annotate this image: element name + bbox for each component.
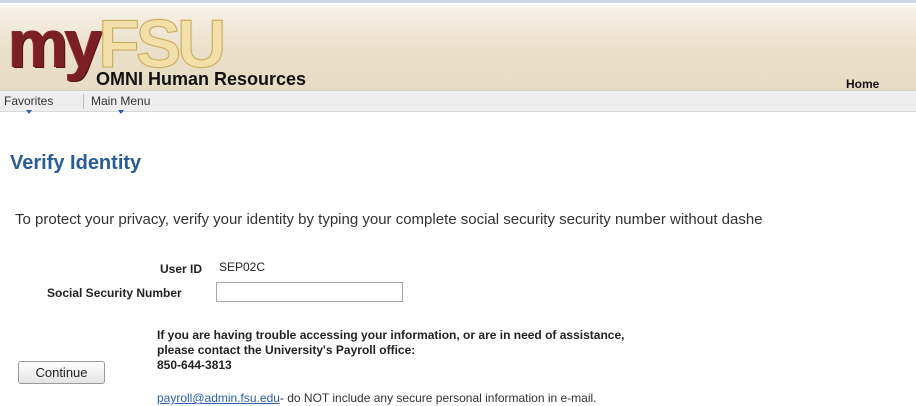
page-title: Verify Identity (10, 152, 142, 174)
continue-button[interactable]: Continue (18, 361, 105, 384)
help-line-2: please contact the University's Payroll … (157, 343, 416, 357)
app-title: OMNI Human Resources (96, 69, 307, 89)
help-text: If you are having trouble accessing your… (157, 328, 624, 373)
home-link[interactable]: Home (846, 77, 879, 91)
email-line: payroll@admin.fsu.edu- do NOT include an… (157, 391, 597, 405)
menu-bar: Favorites Main Menu (0, 90, 916, 114)
menu-main-menu-label: Main Menu (91, 94, 151, 108)
instructions-text: To protect your privacy, verify your ide… (15, 211, 763, 228)
chevron-down-icon (25, 110, 32, 114)
email-note: - do NOT include any secure personal inf… (279, 391, 597, 405)
user-id-label: User ID (160, 262, 203, 276)
payroll-email-link[interactable]: payroll@admin.fsu.edu (157, 391, 280, 405)
ssn-input[interactable] (216, 282, 403, 302)
help-phone: 850-644-3813 (157, 358, 232, 372)
help-line-1: If you are having trouble accessing your… (157, 328, 625, 342)
logo-prefix: my (8, 6, 102, 82)
user-id-value: SEP02C (219, 260, 266, 274)
menu-main-menu[interactable]: Main Menu (91, 94, 151, 114)
menu-favorites[interactable]: Favorites (4, 94, 54, 114)
menu-divider (83, 94, 84, 109)
chevron-down-icon (117, 110, 124, 114)
myfsu-logo[interactable]: myFSU (8, 10, 227, 79)
page-header: myFSU OMNI Human Resources Home (0, 0, 916, 91)
ssn-label: Social Security Number (47, 286, 182, 300)
menu-favorites-label: Favorites (4, 94, 54, 108)
